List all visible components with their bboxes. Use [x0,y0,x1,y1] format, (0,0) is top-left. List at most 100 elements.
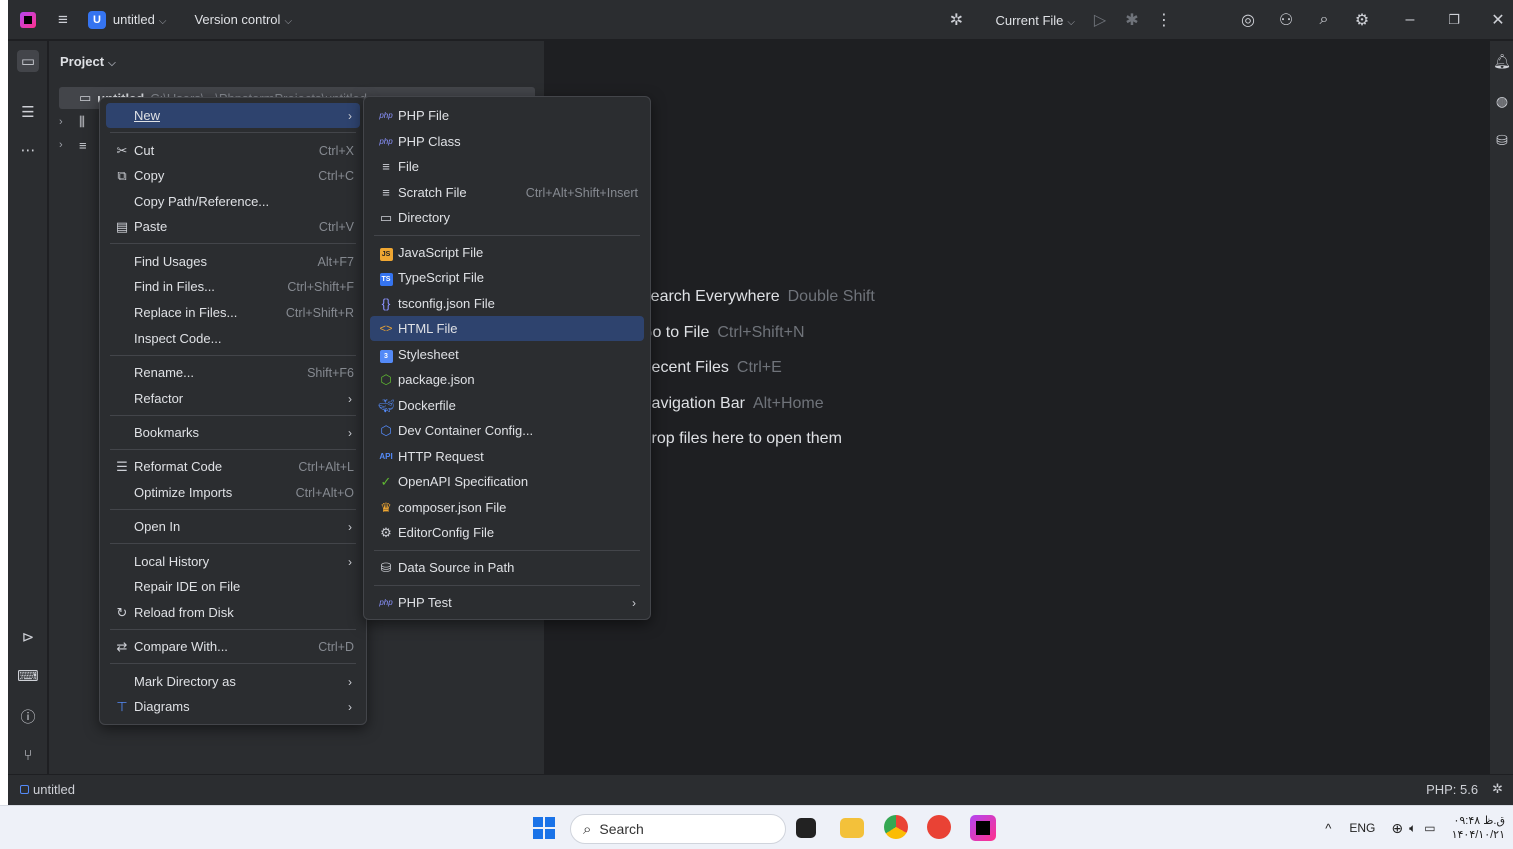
file-explorer-icon[interactable] [840,818,864,838]
restore-icon[interactable]: ❐ [1443,9,1465,31]
status-project[interactable]: untitled [20,782,75,797]
submenu-item-editorconfig[interactable]: ⚙ EditorConfig File [370,520,644,545]
notifications-bell-icon[interactable]: 🔔︎ [1492,51,1512,71]
submenu-item-file[interactable]: ≡ File [370,154,644,179]
menu-item-optimize-imports[interactable]: Optimize Imports Ctrl+Alt+O [106,480,360,505]
status-bar: untitled PHP: 5.6 ✲ [8,774,1513,805]
volume-icon[interactable]: 🔈︎ [1409,821,1416,836]
submenu-item-openapi[interactable]: ✓ OpenAPI Specification [370,469,644,494]
submenu-item-data-source-in-path[interactable]: ⛁ Data Source in Path [370,555,644,580]
menu-item-mark-directory-as[interactable]: Mark Directory as › [106,669,360,694]
project-widget[interactable]: untitled ⌵ [113,12,167,27]
taskbar-search[interactable]: ⌕ Search [570,814,786,844]
menu-item-refactor[interactable]: Refactor › [106,386,360,411]
project-square-icon [20,785,29,794]
menu-item-shortcut: Ctrl+D [318,639,354,654]
php-icon: php [379,137,393,146]
settings-gear-icon[interactable]: ⚙ [1351,9,1373,31]
submenu-item-javascript-file[interactable]: JS JavaScript File [370,240,644,265]
menu-item-inspect-code[interactable]: Inspect Code... [106,326,360,351]
submenu-item-scratch-file[interactable]: ≡ Scratch File Ctrl+Alt+Shift+Insert [370,180,644,205]
project-badge[interactable]: U [87,10,106,29]
menu-item-label: Find Usages [134,254,207,269]
database-icon: ⛁ [380,559,392,575]
database-icon[interactable]: ⛁ [1492,130,1512,150]
submenu-item-dockerfile[interactable]: 🐳︎ Dockerfile [370,393,644,418]
project-tool-folder-icon[interactable]: ▭ [17,50,39,72]
menu-item-open-in[interactable]: Open In › [106,514,360,539]
windows-start-icon[interactable] [533,817,555,839]
menu-item-replace-in-files[interactable]: Replace in Files... Ctrl+Shift+R [106,300,360,325]
menu-item-new[interactable]: New › [106,103,360,128]
pdf-reader-icon[interactable] [927,815,951,839]
menu-item-rename[interactable]: Rename... Shift+F6 [106,360,360,385]
submenu-item-typescript-file[interactable]: TS TypeScript File [370,265,644,290]
menu-item-reformat-code[interactable]: ☰ Reformat Code Ctrl+Alt+L [106,454,360,479]
debug-icon[interactable]: ✱ [1121,9,1143,31]
tree-row-external-libraries[interactable]: › ⫼ [59,111,85,133]
run-icon[interactable]: ▷ [1089,9,1111,31]
submenu-item-directory[interactable]: ▭ Directory [370,205,644,230]
menu-item-paste[interactable]: ▤ Paste Ctrl+V [106,214,360,239]
submenu-item-label: Dev Container Config... [398,423,534,438]
debug-bug-icon[interactable]: ✲ [1492,781,1503,797]
menu-item-compare-with[interactable]: ⇄ Compare With... Ctrl+D [106,634,360,659]
menu-item-repair-ide[interactable]: Repair IDE on File [106,574,360,599]
submenu-item-package-json[interactable]: ⬡ package.json [370,367,644,392]
search-icon[interactable]: ⌕ [1313,9,1335,31]
phpstorm-logo-icon[interactable] [20,11,36,28]
submenu-item-php-test[interactable]: php PHP Test › [370,590,644,615]
submenu-item-label: Scratch File [398,185,467,200]
network-icon[interactable]: ⊕ [1391,820,1403,837]
submenu-item-label: composer.json File [398,500,507,515]
submenu-item-tsconfig[interactable]: {} tsconfig.json File [370,291,644,316]
problems-icon[interactable]: ⓘ [17,705,39,727]
submenu-item-stylesheet[interactable]: 3 Stylesheet [370,342,644,367]
tree-row-scratches[interactable]: › ≡ [59,134,87,156]
phpstorm-taskbar-icon[interactable] [970,815,996,841]
menu-item-local-history[interactable]: Local History › [106,549,360,574]
ai-assistant-icon[interactable]: ◎ [1237,9,1259,31]
menu-item-copy-path[interactable]: Copy Path/Reference... [106,189,360,214]
menu-item-cut[interactable]: ✂ Cut Ctrl+X [106,138,360,163]
code-with-me-icon[interactable]: ⚇ [1275,9,1297,31]
project-panel-title[interactable]: Project ⌵ [60,54,116,69]
minimize-icon[interactable]: – [1399,9,1421,31]
menu-item-find-in-files[interactable]: Find in Files... Ctrl+Shift+F [106,274,360,299]
version-control-widget[interactable]: Version control ⌵ [194,12,292,27]
php-version-widget[interactable]: PHP: 5.6 [1426,782,1478,797]
more-tools-icon[interactable]: ⋯ [17,139,39,161]
submenu-item-php-file[interactable]: php PHP File [370,103,644,128]
task-view-icon[interactable] [796,818,816,838]
menu-item-bookmarks[interactable]: Bookmarks › [106,420,360,445]
structure-icon[interactable]: ☰ [17,101,39,123]
more-actions-icon[interactable]: ⋮ [1153,9,1175,31]
language-indicator[interactable]: ENG [1349,821,1375,835]
composer-icon: ♛ [380,499,392,515]
chrome-icon[interactable] [884,815,908,839]
submenu-item-html-file[interactable]: <> HTML File [370,316,644,341]
terminal-icon[interactable]: ⌨ [17,665,39,687]
menu-item-copy[interactable]: ⧉ Copy Ctrl+C [106,163,360,188]
typescript-icon: TS [378,269,394,286]
chevron-up-icon[interactable]: ^ [1325,821,1331,836]
menu-item-label: Reformat Code [134,459,223,474]
menu-item-reload-from-disk[interactable]: ↻ Reload from Disk [106,600,360,625]
submenu-item-http-request[interactable]: API HTTP Request [370,444,644,469]
close-icon[interactable]: ✕ [1487,9,1509,31]
ai-chat-icon[interactable]: ◍ [1492,91,1512,111]
submenu-item-composer-json[interactable]: ♛ composer.json File [370,495,644,520]
submenu-item-dev-container[interactable]: ⬡ Dev Container Config... [370,418,644,443]
git-icon[interactable]: ⑂ [17,744,39,766]
menu-item-label: Local History [134,554,210,569]
menu-separator [110,415,356,416]
services-icon[interactable]: ⊳ [17,626,39,648]
main-menu-icon[interactable]: ≡ [58,11,68,28]
run-config-selector[interactable]: Current File ⌵ [995,13,1075,28]
menu-item-find-usages[interactable]: Find Usages Alt+F7 [106,249,360,274]
debug-bug-icon[interactable]: ✲ [945,9,967,31]
clock[interactable]: ۰۹:۴۸ ق.ظ ۱۴۰۴/۱۰/۲۱ [1452,814,1505,842]
battery-icon[interactable]: ▭ [1424,821,1435,835]
menu-item-diagrams[interactable]: ⊤ Diagrams › [106,694,360,719]
submenu-item-php-class[interactable]: php PHP Class [370,129,644,154]
